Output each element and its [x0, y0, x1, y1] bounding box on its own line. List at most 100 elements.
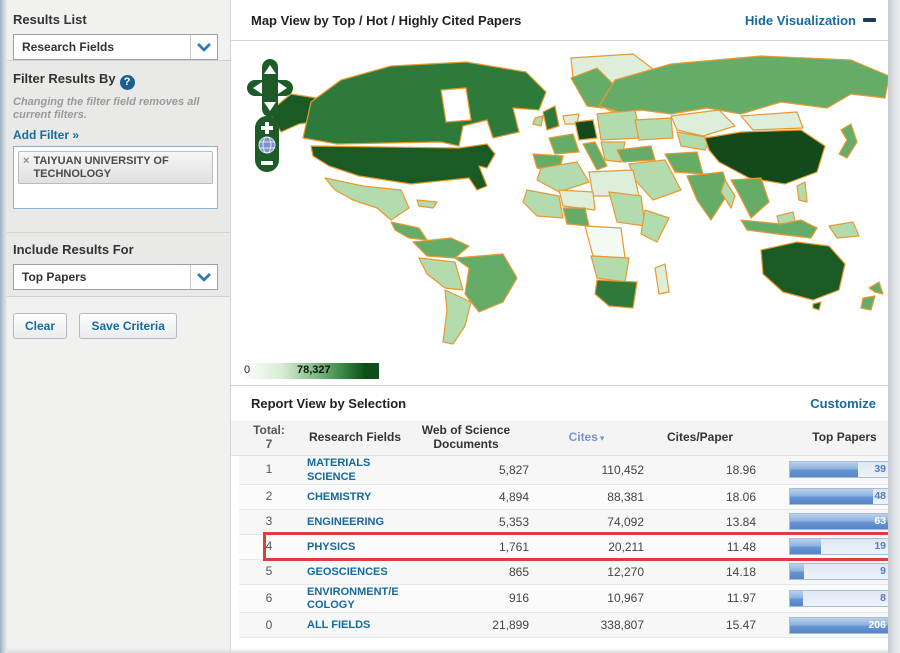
- top-papers-bar: 48: [789, 488, 900, 506]
- top-papers-bar-fill: [790, 462, 858, 478]
- top-papers-value: 9: [880, 565, 886, 578]
- row-cites: 338,807: [600, 618, 644, 633]
- top-papers-value: 39: [874, 463, 886, 476]
- top-papers-value: 19: [874, 540, 886, 553]
- row-cites-per-paper: 14.18: [725, 564, 756, 579]
- table-row: 6 ENVIRONMENT/ECOLOGY 916 10,967 11.97 8: [239, 584, 900, 614]
- row-documents: 1,761: [498, 539, 529, 554]
- top-papers-bar-fill: [790, 564, 805, 580]
- report-rows: 1 MATERIALS SCIENCE 5,827 110,452 18.96 …: [231, 456, 900, 639]
- top-papers-bar: 206: [789, 616, 900, 634]
- top-papers-value: 8: [880, 591, 886, 604]
- table-row: 4 PHYSICS 1,761 20,211 11.48 19: [239, 531, 900, 561]
- map-area: 0 78,327: [231, 41, 900, 385]
- customize-link[interactable]: Customize: [810, 396, 876, 411]
- top-papers-bar: 39: [789, 461, 900, 479]
- row-rank: 0: [265, 617, 273, 632]
- save-criteria-button[interactable]: Save Criteria: [79, 313, 177, 339]
- table-row: 2 CHEMISTRY 4,894 88,381 18.06 48: [239, 484, 900, 510]
- row-documents: 916: [508, 591, 529, 606]
- row-cites-per-paper: 18.96: [725, 462, 756, 477]
- top-papers-value: 48: [874, 490, 886, 503]
- map-legend: 0 78,327: [241, 363, 379, 379]
- map-zoom-control[interactable]: [254, 115, 280, 173]
- chevron-down-icon: [196, 37, 212, 53]
- collapse-icon: [863, 18, 876, 22]
- top-papers-value: 206: [868, 618, 886, 631]
- sidebar-actions: Clear Save Criteria: [7, 296, 230, 653]
- row-documents: 4,894: [498, 489, 529, 504]
- map-title: Map View by Top / Hot / Highly Cited Pap…: [251, 12, 522, 28]
- column-documents[interactable]: Web of Science Documents: [403, 423, 529, 452]
- sidebar: Results List Research Fields Filter Resu…: [0, 0, 230, 653]
- results-list-title: Results List: [13, 12, 87, 27]
- research-field-link[interactable]: GEOSCIENCES: [307, 566, 388, 578]
- research-field-link[interactable]: ALL FIELDS: [307, 619, 370, 631]
- zoom-out-icon: [261, 161, 273, 165]
- row-rank: 1: [265, 462, 273, 477]
- active-filters-box: × TAIYUAN UNIVERSITY OF TECHNOLOGY: [13, 145, 218, 209]
- row-cites: 20,211: [608, 539, 644, 554]
- top-papers-bar-fill: [790, 539, 821, 555]
- legend-min: 0: [244, 364, 251, 376]
- total-count: Total: 7: [253, 423, 285, 451]
- row-cites: 88,381: [607, 489, 644, 504]
- top-papers-value: 63: [874, 515, 886, 528]
- column-cites-per-paper[interactable]: Cites/Paper: [644, 430, 756, 445]
- map-pan-control[interactable]: [247, 59, 293, 117]
- top-papers-bar-fill: [790, 489, 873, 505]
- row-cites: 10,967: [607, 591, 644, 606]
- column-cites-sorted[interactable]: Cites ▾: [529, 430, 644, 445]
- help-icon[interactable]: ?: [119, 74, 135, 90]
- row-cites-per-paper: 15.47: [725, 618, 756, 633]
- column-top-papers[interactable]: Top Papers: [789, 430, 900, 445]
- column-research-fields[interactable]: Research Fields: [307, 430, 403, 445]
- research-field-link[interactable]: PHYSICS: [307, 541, 355, 553]
- row-cites: 12,270: [607, 564, 644, 579]
- row-cites-per-paper: 18.06: [725, 489, 756, 504]
- include-results-selected: Top Papers: [22, 270, 87, 284]
- dropdown-arrow[interactable]: [190, 35, 217, 59]
- row-cites: 74,092: [607, 514, 644, 529]
- results-list-selected: Research Fields: [22, 40, 115, 54]
- globe-icon: [258, 136, 276, 154]
- main-panel: Map View by Top / Hot / Highly Cited Pap…: [230, 0, 900, 653]
- table-header-row: Total: 7 Research Fields Web of Science …: [231, 421, 900, 456]
- row-documents: 5,353: [498, 514, 529, 529]
- row-rank: 4: [265, 539, 273, 553]
- include-results-dropdown[interactable]: Top Papers: [13, 264, 218, 290]
- research-field-link[interactable]: MATERIALS SCIENCE: [307, 457, 370, 483]
- top-papers-bar: 19: [789, 538, 900, 556]
- page-left-edge: [0, 0, 7, 653]
- table-row: 5 GEOSCIENCES 865 12,270 14.18 9: [239, 559, 900, 585]
- report-title: Report View by Selection: [251, 396, 407, 411]
- page-right-edge: [888, 0, 900, 653]
- row-rank: 6: [265, 590, 273, 605]
- clear-button[interactable]: Clear: [13, 313, 68, 339]
- row-cites-per-paper: 11.97: [726, 591, 756, 606]
- research-field-link[interactable]: CHEMISTRY: [307, 491, 371, 503]
- row-documents: 5,827: [498, 462, 529, 477]
- map-header: Map View by Top / Hot / Highly Cited Pap…: [231, 0, 900, 41]
- filter-tag[interactable]: × TAIYUAN UNIVERSITY OF TECHNOLOGY: [18, 150, 213, 185]
- legend-max: 78,327: [297, 364, 331, 376]
- research-field-link[interactable]: ENGINEERING: [307, 516, 384, 528]
- top-papers-bar: 63: [789, 513, 900, 531]
- top-papers-bar-fill: [790, 590, 804, 606]
- world-map-visualization[interactable]: [241, 50, 896, 350]
- sort-descending-icon: ▾: [599, 433, 605, 444]
- include-results-section: Include Results For Top Papers: [7, 232, 230, 296]
- include-results-title: Include Results For: [13, 242, 134, 257]
- filter-note: Changing the filter field removes all cu…: [13, 95, 200, 121]
- research-field-link[interactable]: ENVIRONMENT/ECOLOGY: [307, 586, 399, 612]
- hide-visualization-link[interactable]: Hide Visualization: [745, 13, 876, 28]
- row-documents: 865: [508, 564, 529, 579]
- table-row: 3 ENGINEERING 5,353 74,092 13.84 63: [239, 509, 900, 535]
- add-filter-link[interactable]: Add Filter »: [13, 128, 79, 142]
- report-header: Report View by Selection Customize: [231, 385, 900, 421]
- remove-filter-icon[interactable]: ×: [23, 155, 29, 167]
- top-papers-bar: 9: [789, 563, 900, 581]
- dropdown-arrow[interactable]: [190, 265, 217, 289]
- results-list-dropdown[interactable]: Research Fields: [13, 34, 218, 60]
- filter-section: Filter Results By? Changing the filter f…: [7, 60, 230, 232]
